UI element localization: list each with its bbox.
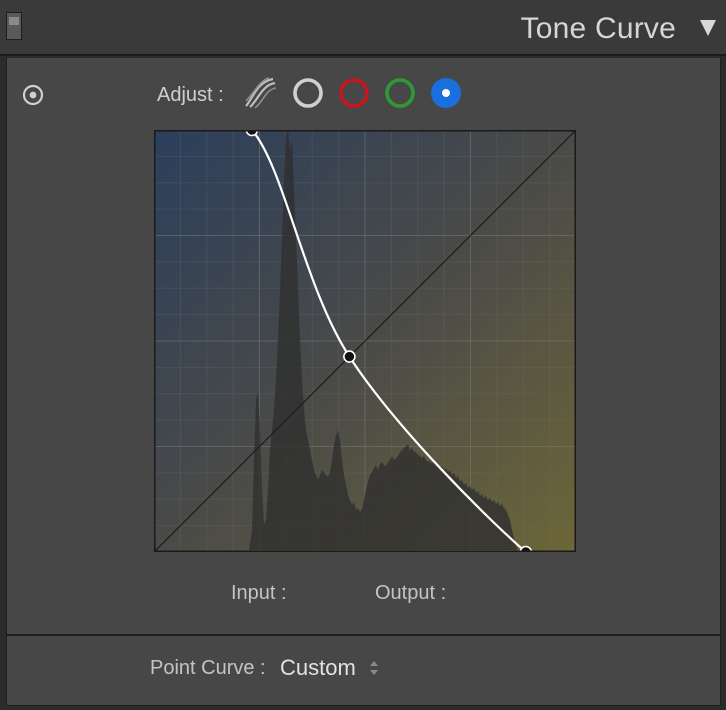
curve-control-point[interactable]: [343, 350, 356, 363]
input-label: Input :: [231, 582, 287, 604]
up-down-stepper-icon[interactable]: [368, 658, 380, 678]
point-curve-select[interactable]: Custom: [280, 655, 356, 681]
green-channel-circle-icon[interactable]: [383, 76, 417, 110]
target-adjustment-icon[interactable]: [22, 84, 44, 106]
tone-curve-editor[interactable]: [154, 130, 576, 552]
rgb-channel-circle-icon[interactable]: [291, 76, 325, 110]
red-channel-circle-icon[interactable]: [337, 76, 371, 110]
point-curve-bar: [6, 634, 721, 706]
panel-header: Tone Curve: [0, 0, 726, 56]
output-label: Output :: [375, 582, 447, 604]
panel-toggle-icon[interactable]: [6, 12, 22, 40]
adjust-label: Adjust :: [157, 84, 224, 106]
panel-title[interactable]: Tone Curve: [521, 12, 676, 46]
point-curve-label: Point Curve :: [150, 657, 266, 679]
triangle-down-icon[interactable]: [698, 16, 718, 38]
blue-channel-circle-icon[interactable]: [429, 76, 463, 110]
parametric-curve-icon[interactable]: [243, 76, 277, 110]
